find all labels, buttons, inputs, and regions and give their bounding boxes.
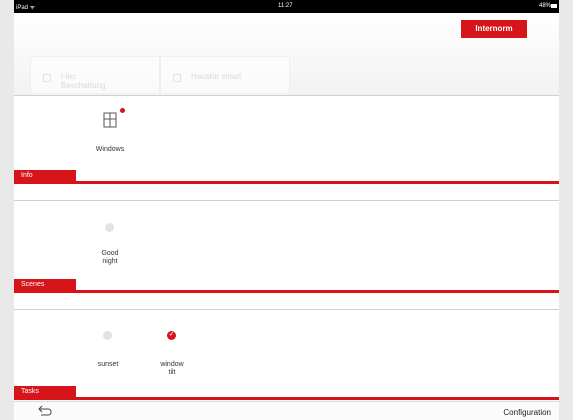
battery-text: 48% [538, 3, 551, 9]
bottom-bar: Configuration [14, 401, 559, 420]
scene-label-line2: night [102, 258, 118, 265]
carrier-text: iPad ᯤ [16, 5, 36, 11]
configuration-button[interactable]: Configuration [503, 408, 551, 417]
tab-label-line1: i-tec [61, 72, 77, 81]
info-divider [14, 181, 559, 184]
tab-label-line1: Haustür smart [191, 72, 242, 81]
brand-logo: Internorm [461, 20, 527, 38]
back-arrow-icon[interactable] [38, 405, 52, 416]
alert-dot [120, 108, 125, 113]
status-bar: iPad ᯤ 11:27 48% [0, 0, 573, 13]
scene-label-line1: Good [101, 250, 119, 257]
task-sunset[interactable]: sunset [88, 331, 128, 369]
windows-label: Windows [95, 146, 125, 153]
shade-icon [43, 74, 51, 82]
task-circle-icon [103, 331, 112, 340]
scene-good-night[interactable]: Good night [90, 223, 130, 266]
section-divider [14, 309, 559, 310]
scene-circle-icon [105, 223, 114, 232]
tab-beschattung[interactable]: i-tec Beschattung [30, 56, 160, 94]
check-icon: ✓ [167, 331, 176, 340]
task-window-tilt[interactable]: ✓ window tilt [152, 331, 192, 377]
tab-label-line2: Beschattung [61, 81, 106, 90]
task-label-line2: tilt [168, 369, 176, 376]
clock-text: 11:27 [278, 3, 293, 9]
windows-item[interactable]: Windows [85, 108, 135, 154]
task-label-line1: window [160, 361, 184, 368]
battery-icon [551, 4, 557, 8]
window-icon [103, 112, 117, 128]
section-divider [14, 200, 559, 201]
scenes-divider [14, 290, 559, 293]
header-divider [14, 95, 559, 96]
tasks-divider [14, 397, 559, 400]
tab-haustuer[interactable]: Haustür smart [160, 56, 290, 94]
door-icon [173, 74, 181, 82]
task-label-line1: sunset [97, 361, 119, 368]
